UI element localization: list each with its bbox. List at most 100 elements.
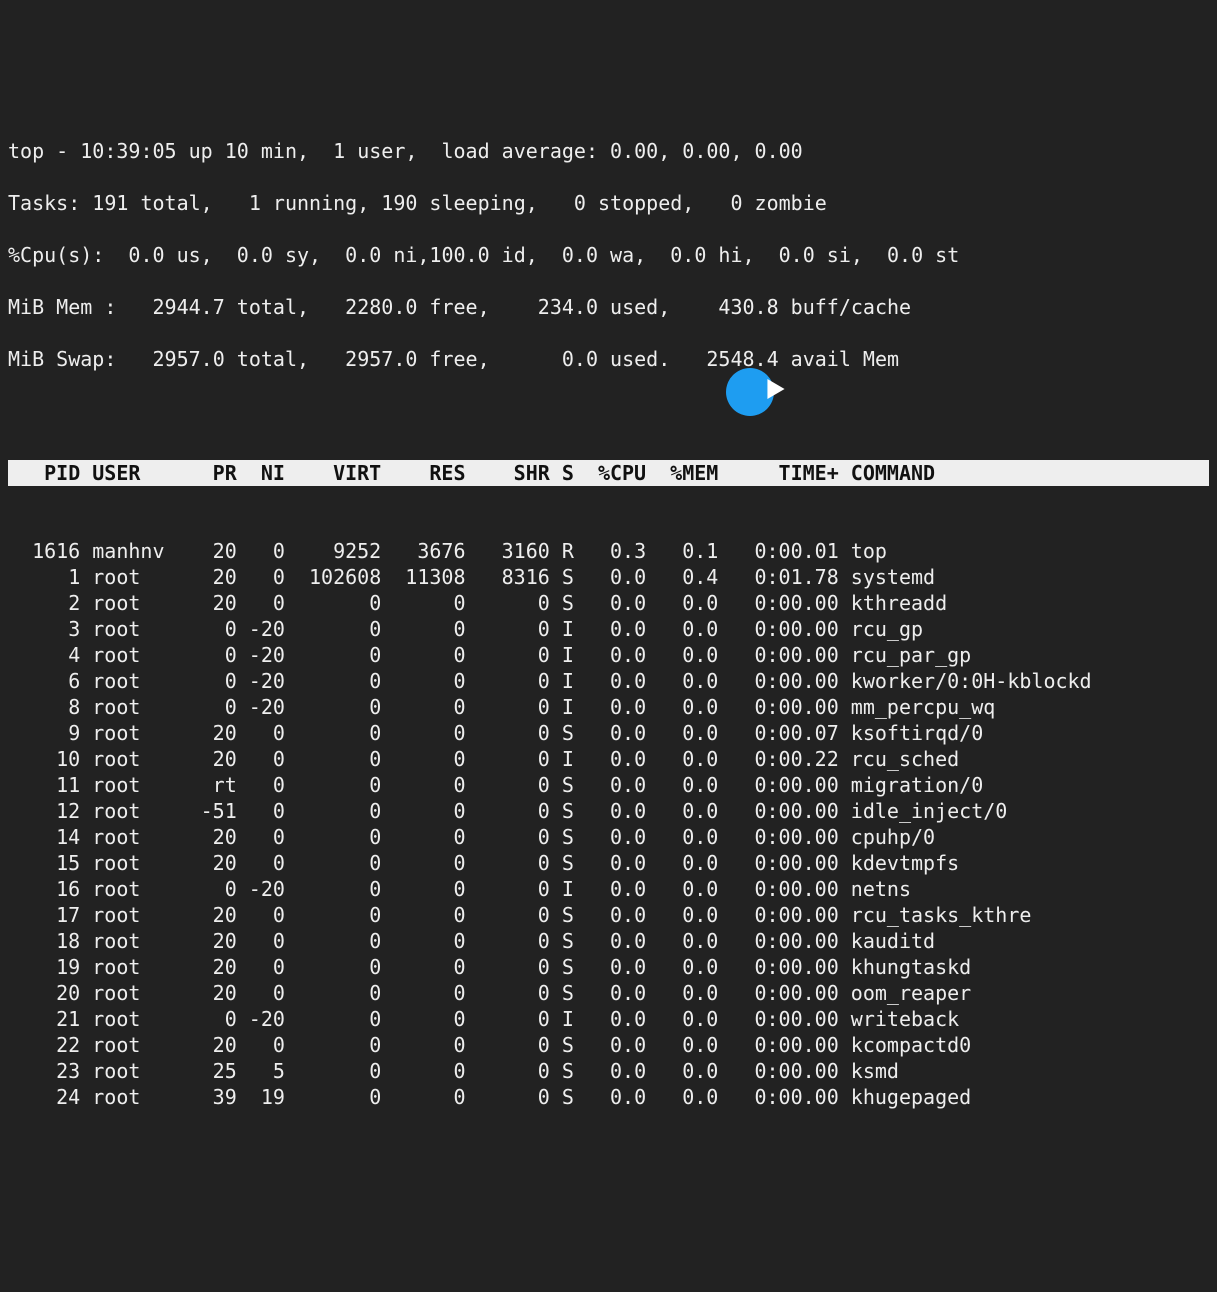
- cell-pid: 12: [8, 798, 80, 824]
- cell-pr: 20: [189, 928, 237, 954]
- cell-mem: 0.0: [646, 590, 718, 616]
- cell-shr: 0: [466, 694, 550, 720]
- cell-res: 0: [381, 772, 465, 798]
- cell-pr: 20: [189, 902, 237, 928]
- cell-ni: 0: [237, 954, 285, 980]
- cell-user: root: [80, 1006, 188, 1032]
- cell-pr: 20: [189, 746, 237, 772]
- cell-ni: 0: [237, 850, 285, 876]
- process-row: 22root200000S0.00.00:00.00kcompactd0: [8, 1032, 1209, 1058]
- cell-ni: 0: [237, 1032, 285, 1058]
- cell-shr: 0: [466, 642, 550, 668]
- cell-ni: 0: [237, 720, 285, 746]
- cell-user: root: [80, 1032, 188, 1058]
- cell-time: 0:00.00: [718, 824, 838, 850]
- cell-time: 0:00.00: [718, 1032, 838, 1058]
- cell-mem: 0.0: [646, 1006, 718, 1032]
- cell-cpu: 0.0: [574, 772, 646, 798]
- cell-user: root: [80, 772, 188, 798]
- top-summary-block: top - 10:39:05 up 10 min, 1 user, load a…: [8, 112, 1209, 408]
- cell-virt: 0: [285, 616, 381, 642]
- cell-mem: 0.0: [646, 772, 718, 798]
- cell-cpu: 0.0: [574, 798, 646, 824]
- cell-virt: 102608: [285, 564, 381, 590]
- cell-user: root: [80, 902, 188, 928]
- cell-cmd: top: [839, 538, 1080, 564]
- cell-pr: 20: [189, 538, 237, 564]
- cell-pid: 17: [8, 902, 80, 928]
- cell-s: S: [550, 720, 574, 746]
- col-time: TIME+: [718, 460, 838, 486]
- cell-virt: 0: [285, 1032, 381, 1058]
- cell-shr: 8316: [466, 564, 550, 590]
- cell-user: root: [80, 954, 188, 980]
- cell-cmd: migration/0: [839, 772, 1080, 798]
- process-row: 8root0-20000I0.00.00:00.00mm_percpu_wq: [8, 694, 1209, 720]
- cell-virt: 0: [285, 798, 381, 824]
- cell-s: S: [550, 772, 574, 798]
- cell-pid: 3: [8, 616, 80, 642]
- cell-cpu: 0.0: [574, 720, 646, 746]
- cell-pid: 24: [8, 1084, 80, 1110]
- cell-res: 0: [381, 850, 465, 876]
- cell-cpu: 0.3: [574, 538, 646, 564]
- cell-cmd: rcu_sched: [839, 746, 1080, 772]
- cell-shr: 0: [466, 1032, 550, 1058]
- cell-virt: 0: [285, 876, 381, 902]
- cell-virt: 0: [285, 668, 381, 694]
- cell-mem: 0.0: [646, 1084, 718, 1110]
- cell-cmd: oom_reaper: [839, 980, 1080, 1006]
- cell-mem: 0.0: [646, 824, 718, 850]
- cell-cmd: idle_inject/0: [839, 798, 1080, 824]
- cell-mem: 0.0: [646, 954, 718, 980]
- cell-mem: 0.0: [646, 850, 718, 876]
- cell-shr: 0: [466, 1058, 550, 1084]
- cell-cmd: cpuhp/0: [839, 824, 1080, 850]
- process-row: 19root200000S0.00.00:00.00khungtaskd: [8, 954, 1209, 980]
- cell-ni: 0: [237, 746, 285, 772]
- cell-pid: 2: [8, 590, 80, 616]
- cell-mem: 0.0: [646, 1032, 718, 1058]
- cell-cpu: 0.0: [574, 876, 646, 902]
- cell-res: 0: [381, 746, 465, 772]
- cell-virt: 0: [285, 590, 381, 616]
- cell-pid: 21: [8, 1006, 80, 1032]
- cell-cpu: 0.0: [574, 590, 646, 616]
- process-row: 1616manhnv200925236763160R0.30.10:00.01t…: [8, 538, 1209, 564]
- video-play-button[interactable]: [726, 368, 774, 416]
- process-row: 4root0-20000I0.00.00:00.00rcu_par_gp: [8, 642, 1209, 668]
- cell-user: manhnv: [80, 538, 188, 564]
- cell-virt: 0: [285, 980, 381, 1006]
- cell-cpu: 0.0: [574, 746, 646, 772]
- cell-time: 0:00.00: [718, 980, 838, 1006]
- cell-shr: 0: [466, 590, 550, 616]
- cell-user: root: [80, 590, 188, 616]
- cell-s: I: [550, 694, 574, 720]
- col-pr: PR: [189, 460, 237, 486]
- cell-user: root: [80, 798, 188, 824]
- cell-res: 0: [381, 876, 465, 902]
- cell-res: 3676: [381, 538, 465, 564]
- cell-pr: 0: [189, 642, 237, 668]
- cell-virt: 0: [285, 1006, 381, 1032]
- process-row: 9root200000S0.00.00:00.07ksoftirqd/0: [8, 720, 1209, 746]
- cell-virt: 0: [285, 928, 381, 954]
- cell-pid: 10: [8, 746, 80, 772]
- cell-user: root: [80, 694, 188, 720]
- cell-pid: 18: [8, 928, 80, 954]
- cell-pid: 14: [8, 824, 80, 850]
- process-row: 23root255000S0.00.00:00.00ksmd: [8, 1058, 1209, 1084]
- cell-pid: 1616: [8, 538, 80, 564]
- cell-user: root: [80, 980, 188, 1006]
- cell-ni: 0: [237, 980, 285, 1006]
- cell-ni: -20: [237, 616, 285, 642]
- cell-pr: rt: [189, 772, 237, 798]
- cell-shr: 0: [466, 928, 550, 954]
- cell-virt: 0: [285, 824, 381, 850]
- col-mem: %MEM: [646, 460, 718, 486]
- summary-swap-line: MiB Swap: 2957.0 total, 2957.0 free, 0.0…: [8, 346, 1209, 372]
- cell-shr: 0: [466, 902, 550, 928]
- cell-user: root: [80, 720, 188, 746]
- cell-ni: -20: [237, 1006, 285, 1032]
- cell-pid: 20: [8, 980, 80, 1006]
